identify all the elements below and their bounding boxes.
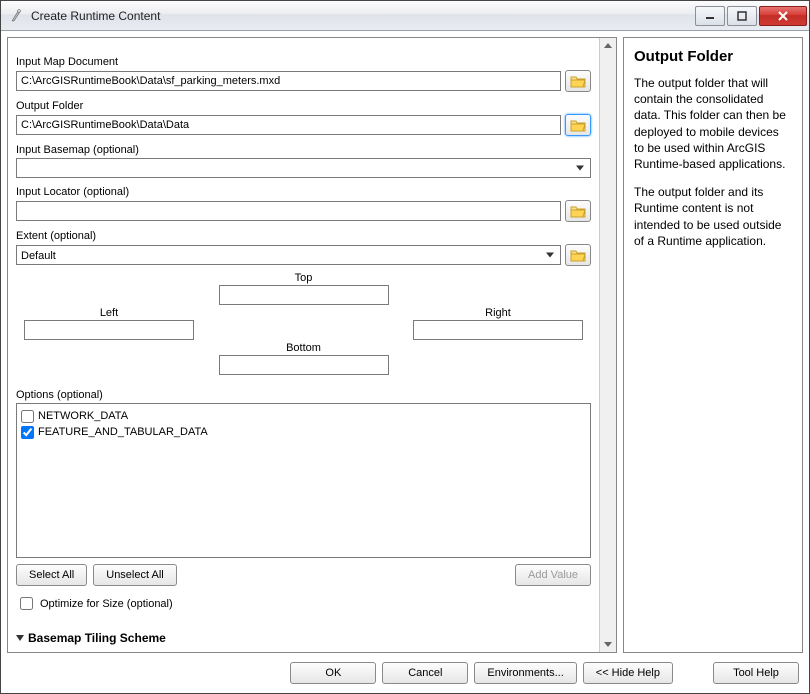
app-icon [9,8,25,24]
environments-button[interactable]: Environments... [474,662,576,684]
select-all-button[interactable]: Select All [16,564,87,586]
option-feature-tabular-data[interactable]: FEATURE_AND_TABULAR_DATA [21,424,586,440]
extent-select[interactable]: Default [16,245,561,265]
vertical-scrollbar[interactable] [599,38,616,652]
bottom-button-bar: OK Cancel Environments... << Hide Help T… [7,653,803,687]
input-map-label: Input Map Document [16,56,591,68]
hide-help-button[interactable]: << Hide Help [583,662,673,684]
optimize-size-checkbox[interactable] [20,597,33,610]
option-network-data[interactable]: NETWORK_DATA [21,408,586,424]
input-map-browse-button[interactable] [565,70,591,92]
option-label: NETWORK_DATA [38,410,128,422]
minimize-button[interactable] [695,6,725,26]
add-value-button[interactable]: Add Value [515,564,591,586]
extent-browse-button[interactable] [565,244,591,266]
cancel-button[interactable]: Cancel [382,662,468,684]
extent-top-field[interactable] [219,285,389,305]
input-locator-label: Input Locator (optional) [16,186,591,198]
output-folder-label: Output Folder [16,100,591,112]
help-pane: Output Folder The output folder that wil… [623,37,803,653]
output-folder-browse-button[interactable] [565,114,591,136]
extent-left-label: Left [24,307,194,319]
extent-bottom-label: Bottom [219,342,389,354]
extent-left-field[interactable] [24,320,194,340]
input-locator-field[interactable] [16,201,561,221]
help-title: Output Folder [634,48,792,65]
input-locator-browse-button[interactable] [565,200,591,222]
optimize-size-label: Optimize for Size (optional) [40,598,173,610]
chevron-down-icon [16,635,24,641]
titlebar: Create Runtime Content [1,1,809,31]
extent-bottom-field[interactable] [219,355,389,375]
tool-help-button[interactable]: Tool Help [713,662,799,684]
extent-right-label: Right [413,307,583,319]
basemap-scheme-label: Basemap Tiling Scheme [28,631,166,645]
unselect-all-button[interactable]: Unselect All [93,564,176,586]
option-network-data-checkbox[interactable] [21,410,34,423]
basemap-tiling-scheme-header[interactable]: Basemap Tiling Scheme [16,631,591,645]
extent-label: Extent (optional) [16,230,591,242]
input-basemap-select[interactable] [16,158,591,178]
form-pane: Input Map Document Output Folder Input B… [7,37,617,653]
extent-grid: Top Left Right [16,266,591,381]
options-listbox[interactable]: NETWORK_DATA FEATURE_AND_TABULAR_DATA [16,403,591,558]
option-label: FEATURE_AND_TABULAR_DATA [38,426,208,438]
output-folder-field[interactable] [16,115,561,135]
extent-right-field[interactable] [413,320,583,340]
maximize-button[interactable] [727,6,757,26]
option-feature-tabular-data-checkbox[interactable] [21,426,34,439]
close-button[interactable] [759,6,807,26]
window-title: Create Runtime Content [31,9,693,23]
help-paragraph: The output folder and its Runtime conten… [634,184,792,249]
ok-button[interactable]: OK [290,662,376,684]
help-paragraph: The output folder that will contain the … [634,75,792,172]
input-basemap-label: Input Basemap (optional) [16,144,591,156]
input-map-field[interactable] [16,71,561,91]
options-label: Options (optional) [16,389,591,401]
extent-top-label: Top [219,272,389,284]
